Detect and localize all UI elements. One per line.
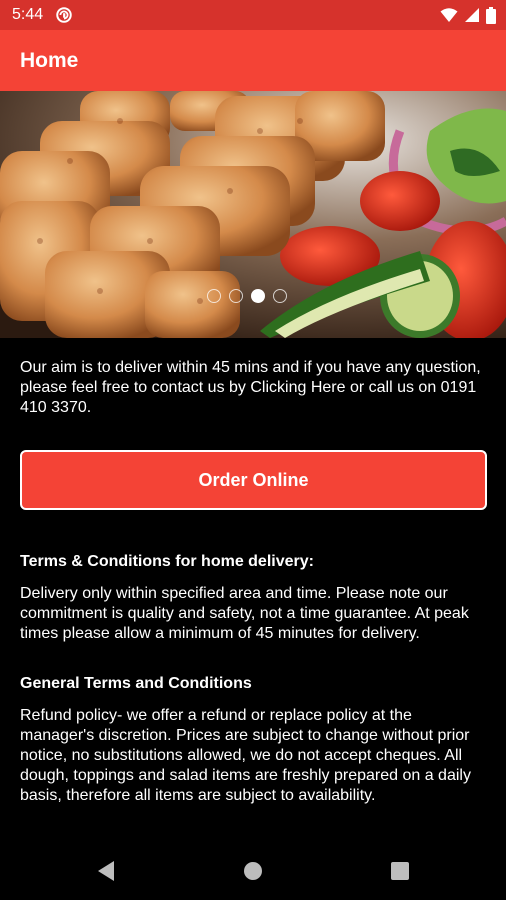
image-carousel[interactable] <box>0 91 506 338</box>
carousel-dot[interactable] <box>229 289 243 303</box>
recents-icon[interactable] <box>390 860 410 882</box>
intro-section: Our aim is to deliver within 45 mins and… <box>20 358 490 418</box>
data-saver-icon <box>56 7 72 23</box>
home-icon[interactable] <box>243 860 263 882</box>
wifi-icon <box>440 8 458 22</box>
back-icon[interactable] <box>96 860 116 882</box>
page-title: Home <box>20 48 79 72</box>
terms-section[interactable]: Terms & Conditions for home delivery: De… <box>20 552 490 842</box>
carousel-dot[interactable] <box>273 289 287 303</box>
battery-icon <box>486 6 496 24</box>
app-bar: Home <box>0 30 506 91</box>
intro-text[interactable]: Our aim is to deliver within 45 mins and… <box>20 358 490 418</box>
status-time: 5:44 <box>12 6 44 23</box>
section-body: Delivery only within specified area and … <box>20 585 469 642</box>
section-heading: Terms & Conditions for home delivery: <box>20 553 314 570</box>
system-nav-bar <box>0 844 506 900</box>
section-heading: General Terms and Conditions <box>20 675 252 692</box>
status-bar: 5:44 <box>0 0 506 30</box>
carousel-dot-active[interactable] <box>251 289 265 303</box>
carousel-indicator <box>207 289 287 303</box>
section-body: Refund policy- we offer a refund or repl… <box>20 707 471 804</box>
cellular-signal-icon <box>465 8 479 22</box>
carousel-dot[interactable] <box>207 289 221 303</box>
delivery-terms: Terms & Conditions for home delivery: De… <box>20 552 490 644</box>
order-online-button[interactable]: Order Online <box>20 450 487 510</box>
status-icons <box>440 6 496 24</box>
general-terms: General Terms and Conditions Refund poli… <box>20 674 490 806</box>
